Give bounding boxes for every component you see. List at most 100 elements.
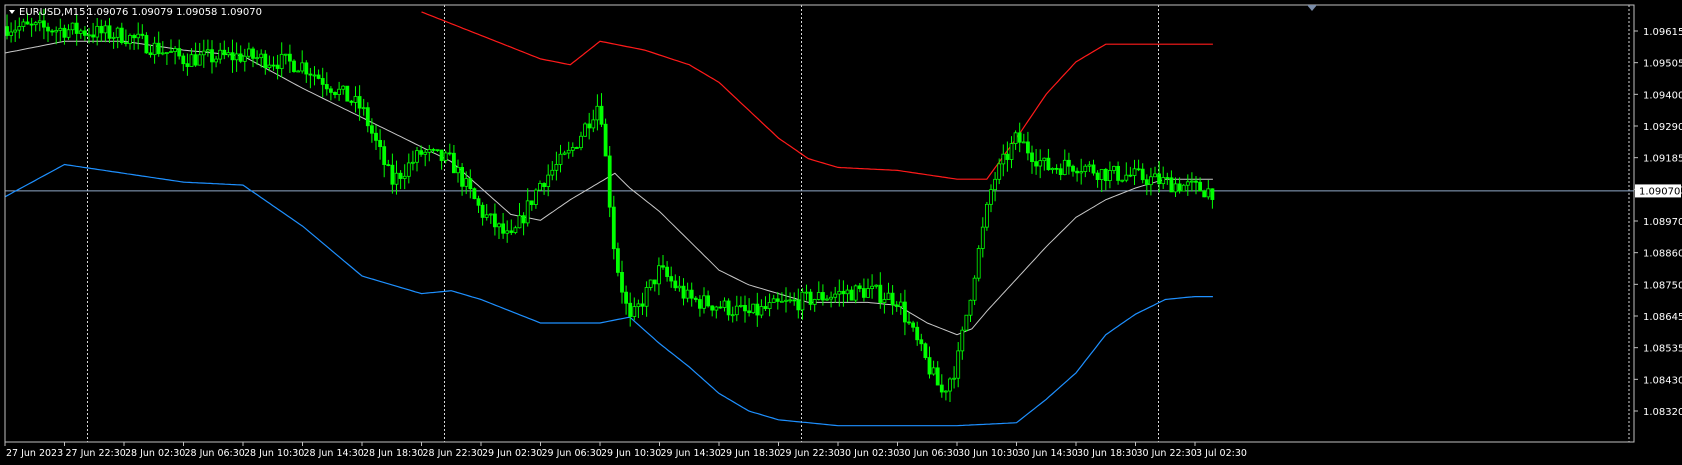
candle-body: [476, 198, 481, 206]
candle-body: [451, 152, 456, 174]
candle-body: [136, 33, 141, 39]
candle-body: [497, 223, 501, 228]
candle-body: [341, 85, 346, 90]
candle[interactable]: [292, 59, 296, 73]
candle[interactable]: [972, 275, 977, 306]
candle[interactable]: [985, 201, 989, 231]
x-tick-label: 29 Jun 06:30: [542, 448, 602, 459]
candle-body: [903, 301, 907, 323]
candle-body: [255, 57, 260, 60]
candle-body: [492, 213, 497, 228]
candle[interactable]: [976, 245, 981, 282]
candle-body: [853, 285, 858, 301]
candle-body: [427, 149, 432, 153]
candle-body: [78, 30, 83, 34]
y-tick-label: 1.09290: [1643, 122, 1682, 133]
candle-body: [521, 215, 526, 224]
candle-body: [1091, 164, 1096, 174]
candle[interactable]: [607, 146, 612, 218]
candle[interactable]: [1181, 183, 1186, 192]
candle[interactable]: [144, 32, 149, 54]
candle-body: [652, 279, 657, 285]
candle-body: [197, 54, 202, 66]
price-chart[interactable]: EURUSD,M15 1.09076 1.09079 1.09058 1.090…: [0, 0, 1682, 465]
candle[interactable]: [345, 85, 350, 102]
candle-body: [644, 287, 649, 307]
candle-body: [911, 322, 915, 328]
candle-body: [1108, 170, 1112, 182]
candle-body: [640, 303, 645, 307]
candle-body: [804, 291, 809, 294]
candle-body: [722, 300, 727, 308]
candle[interactable]: [853, 284, 858, 304]
candle-body: [829, 296, 833, 300]
candle-body: [993, 178, 997, 191]
candle-body: [566, 149, 571, 154]
candle[interactable]: [751, 303, 756, 315]
candle-body: [107, 25, 112, 39]
candle[interactable]: [923, 342, 928, 360]
candle[interactable]: [472, 187, 477, 200]
candle-body: [812, 299, 817, 305]
candle-body: [1198, 181, 1202, 192]
candle-body: [1144, 179, 1149, 186]
candle-body: [17, 26, 22, 31]
candle-body: [353, 96, 358, 103]
candle-body: [447, 152, 452, 155]
x-tick-label: 30 Jun 14:30: [1018, 448, 1078, 459]
candle-body: [706, 295, 710, 307]
x-tick-label: 28 Jun 14:30: [304, 448, 364, 459]
candle-body: [99, 25, 104, 34]
candle-body: [456, 167, 460, 174]
candle-body: [308, 73, 313, 76]
candle-body: [1124, 174, 1129, 181]
candle-body: [944, 390, 948, 393]
y-tick-label: 1.08320: [1643, 407, 1682, 418]
candle-body: [874, 284, 879, 287]
y-tick-label: 1.08645: [1643, 312, 1682, 323]
candle-body: [460, 167, 465, 187]
candle-body: [538, 183, 542, 191]
candle-body: [689, 289, 694, 299]
candle-body: [935, 367, 940, 386]
candle-body: [488, 213, 493, 216]
candle-body: [513, 227, 518, 233]
candle-body: [1079, 171, 1084, 174]
candle-body: [124, 42, 128, 45]
candle-body: [1095, 172, 1100, 180]
candle-body: [316, 74, 321, 79]
candle-body: [960, 329, 965, 352]
candle-body: [1165, 177, 1170, 179]
candle-body: [140, 33, 145, 36]
candle-body: [1169, 177, 1174, 193]
candle-body: [825, 298, 829, 301]
candle-body: [780, 300, 784, 303]
candle-body: [685, 289, 690, 299]
candle-body: [66, 29, 71, 38]
candle-body: [103, 25, 108, 34]
candle-body: [410, 161, 415, 164]
candle-body: [9, 31, 14, 36]
x-tick-label: 28 Jun 02:30: [125, 448, 185, 459]
candle-body: [554, 164, 559, 171]
candle-body: [972, 277, 977, 301]
candle[interactable]: [964, 314, 969, 332]
candle-body: [435, 149, 440, 152]
candle-body: [115, 27, 120, 38]
candle[interactable]: [1202, 189, 1207, 198]
candle[interactable]: [583, 122, 587, 137]
candle-body: [1185, 181, 1190, 186]
candle-body: [443, 152, 448, 161]
candle-body: [575, 147, 579, 149]
candle-body: [33, 22, 38, 26]
candle-body: [964, 314, 969, 331]
candle-body: [242, 55, 247, 62]
x-tick-label: 29 Jun 22:30: [780, 448, 840, 459]
candle-body: [189, 54, 194, 67]
candle-body: [1128, 174, 1133, 177]
candle-body: [1149, 176, 1153, 186]
candle-body: [234, 53, 239, 61]
candle-body: [312, 74, 317, 77]
candle[interactable]: [603, 118, 608, 157]
candle-body: [985, 203, 989, 228]
